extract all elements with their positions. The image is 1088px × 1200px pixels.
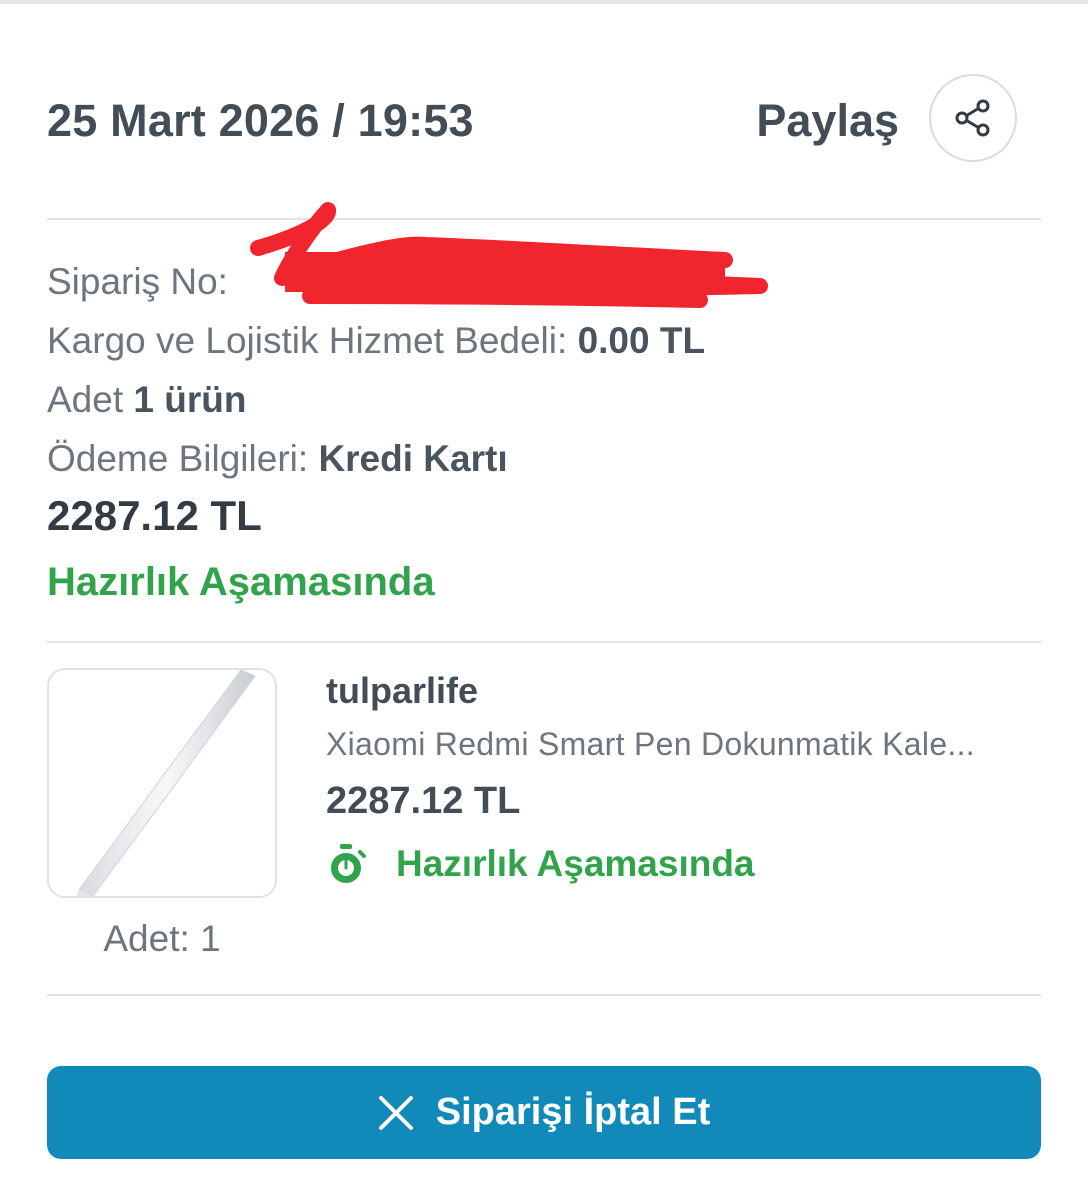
close-icon — [378, 1095, 414, 1131]
payment-label: Ödeme Bilgileri: — [47, 438, 309, 479]
order-number-label: Sipariş No: — [47, 261, 228, 302]
share-icon — [955, 99, 990, 137]
order-date: 25 Mart 2026 / 19:53 — [47, 95, 474, 146]
cancel-order-label: Siparişi İptal Et — [435, 1091, 711, 1133]
top-divider — [0, 0, 1088, 4]
product-price: 2287.12 TL — [326, 780, 521, 822]
shipping-fee-label: Kargo ve Lojistik Hizmet Bedeli: — [47, 320, 568, 361]
share-label[interactable]: Paylaş — [756, 95, 899, 147]
quantity-value: 1 ürün — [133, 379, 247, 420]
section-divider — [47, 641, 1041, 643]
order-details: Sipariş No: Kargo ve Lojistik Hizmet Bed… — [47, 252, 1041, 488]
order-number-row: Sipariş No: — [47, 252, 1041, 311]
section-divider — [47, 218, 1041, 220]
cancel-order-button[interactable]: Siparişi İptal Et — [47, 1066, 1041, 1159]
payment-row: Ödeme Bilgileri: Kredi Kartı — [47, 429, 1041, 488]
product-status-label: Hazırlık Aşamasında — [396, 843, 755, 884]
payment-value: Kredi Kartı — [318, 438, 508, 479]
product-quantity: Adet: 1 — [103, 918, 221, 959]
product-status: Hazırlık Aşamasında — [326, 840, 755, 888]
shipping-fee-row: Kargo ve Lojistik Hizmet Bedeli: 0.00 TL — [47, 311, 1041, 370]
order-status: Hazırlık Aşamasında — [47, 560, 435, 604]
quantity-row: Adet 1 ürün — [47, 370, 1041, 429]
product-image[interactable] — [47, 668, 277, 898]
product-name[interactable]: Xiaomi Redmi Smart Pen Dokunmatik Kale..… — [326, 726, 1016, 763]
order-header: 25 Mart 2026 / 19:53 Paylaş — [47, 74, 1041, 168]
stylus-pen-image — [76, 670, 256, 896]
quantity-label: Adet — [47, 379, 124, 420]
shipping-fee-value: 0.00 TL — [577, 320, 706, 361]
share-button[interactable] — [929, 74, 1017, 162]
section-divider — [47, 994, 1041, 996]
seller-name[interactable]: tulparlife — [326, 670, 478, 712]
order-total: 2287.12 TL — [47, 492, 262, 539]
stopwatch-icon — [331, 844, 366, 883]
